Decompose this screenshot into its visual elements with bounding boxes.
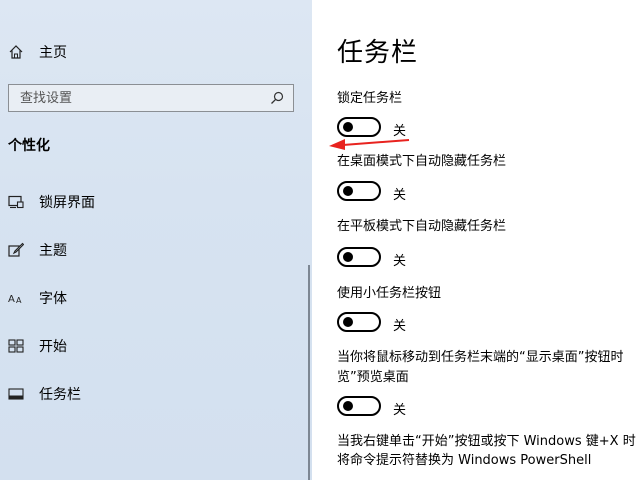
sidebar-item-label: 开始 — [39, 339, 67, 355]
toggle-state-text: 关 — [393, 188, 407, 203]
sidebar-item-fonts[interactable]: AA 字体 — [8, 284, 67, 312]
taskbar-icon — [8, 386, 24, 402]
sidebar-item-start[interactable]: 开始 — [8, 332, 67, 360]
setting-label-small-buttons: 使用小任务栏按钮 — [337, 286, 442, 301]
toggle-knob — [343, 186, 353, 196]
sidebar-item-lock-screen[interactable]: 锁屏界面 — [8, 188, 95, 216]
toggle-knob — [343, 317, 353, 327]
setting-label-powershell-line2: 将命令提示符替换为 Windows PowerShell — [337, 453, 592, 468]
sidebar-item-label: 任务栏 — [39, 387, 81, 403]
search-input[interactable] — [9, 89, 265, 107]
sidebar-item-label: 主题 — [39, 243, 67, 259]
main-panel: 任务栏 锁定任务栏 关 在桌面模式下自动隐藏任务栏 关 在平板模式下自动隐藏任务… — [312, 0, 640, 480]
setting-label-autohide-tablet: 在平板模式下自动隐藏任务栏 — [337, 219, 507, 234]
toggle-state-text: 关 — [393, 254, 407, 269]
annotation-arrow-icon — [329, 139, 410, 150]
theme-brush-icon — [8, 242, 24, 258]
setting-label-powershell-line1: 当我右键单击“开始”按钮或按下 Windows 键+X 时 — [337, 434, 636, 449]
toggle-small-buttons[interactable] — [337, 312, 381, 332]
setting-label-peek-line1: 当你将鼠标移动到任务栏末端的“显示桌面”按钮时 — [337, 350, 624, 365]
setting-label-lock-taskbar: 锁定任务栏 — [337, 91, 403, 106]
search-box[interactable] — [8, 84, 294, 112]
sidebar-item-theme[interactable]: 主题 — [8, 236, 67, 264]
sidebar-item-label: 字体 — [39, 291, 67, 307]
home-icon — [8, 44, 24, 60]
sidebar: 主页 个性化 锁屏界面 主题 AA 字体 开始 任务栏 — [0, 0, 312, 480]
toggle-state-text: 关 — [393, 403, 407, 418]
svg-text:A: A — [8, 294, 15, 305]
start-menu-icon — [8, 338, 24, 354]
toggle-autohide-tablet[interactable] — [337, 247, 381, 267]
section-title: 个性化 — [8, 138, 50, 154]
sidebar-item-home[interactable]: 主页 — [8, 38, 67, 66]
svg-text:A: A — [16, 296, 22, 305]
toggle-state-text: 关 — [393, 319, 407, 334]
search-icon[interactable] — [265, 86, 289, 110]
sidebar-item-label: 主页 — [39, 45, 67, 61]
toggle-knob — [343, 252, 353, 262]
sidebar-scrollbar[interactable] — [308, 265, 310, 480]
sidebar-item-label: 锁屏界面 — [39, 195, 95, 211]
lock-screen-icon — [8, 194, 24, 210]
toggle-autohide-desktop[interactable] — [337, 181, 381, 201]
page-title: 任务栏 — [337, 38, 419, 68]
setting-label-autohide-desktop: 在桌面模式下自动隐藏任务栏 — [337, 154, 507, 169]
setting-label-peek-line2: 览”预览桌面 — [337, 370, 409, 385]
font-icon: AA — [8, 290, 24, 306]
toggle-knob — [343, 401, 353, 411]
sidebar-item-taskbar[interactable]: 任务栏 — [8, 380, 81, 408]
toggle-peek[interactable] — [337, 396, 381, 416]
